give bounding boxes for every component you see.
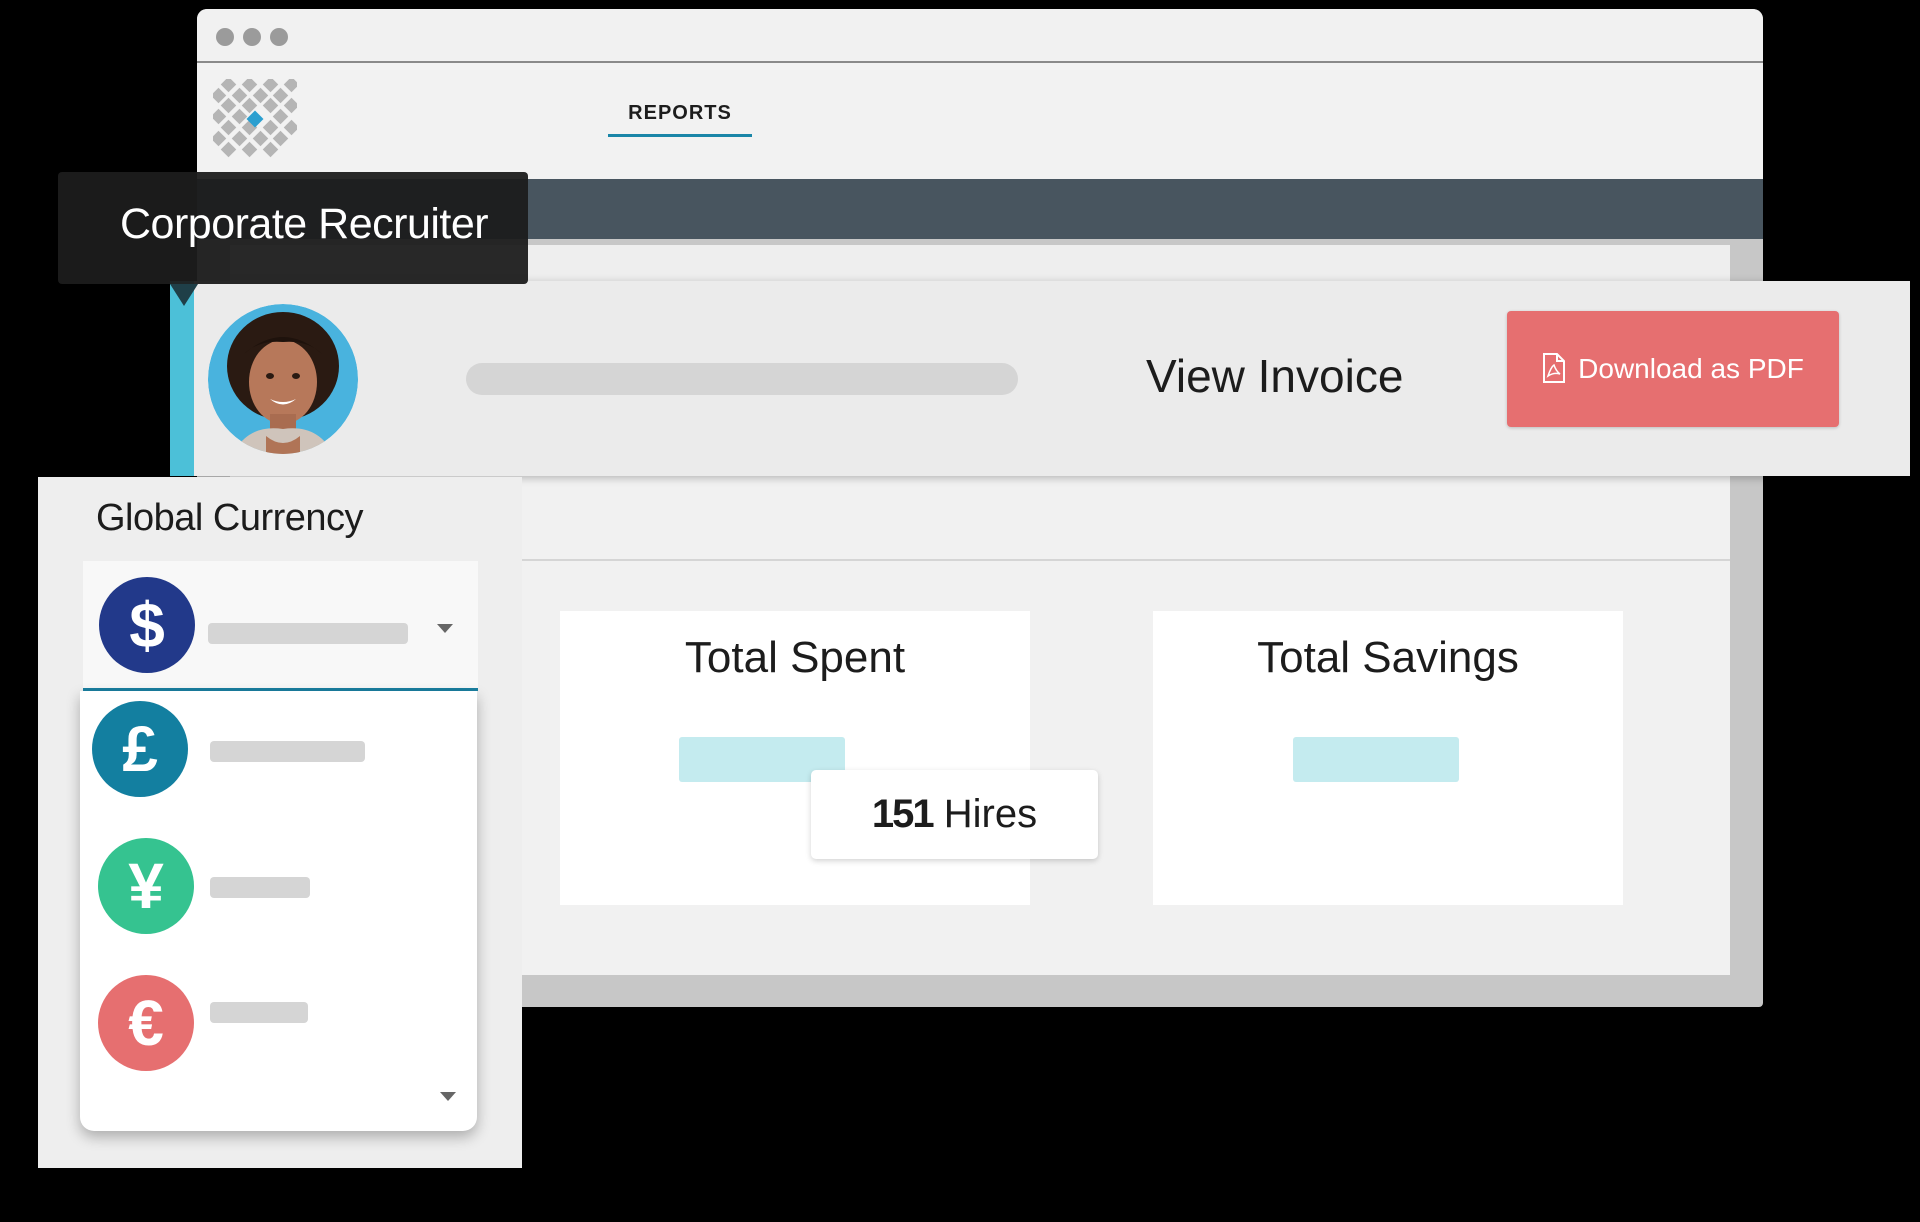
- window-titlebar: [197, 9, 1763, 63]
- currency-panel: Global Currency $ £ ¥ €: [38, 477, 522, 1168]
- window-maximize-dot[interactable]: [270, 28, 288, 46]
- scroll-down-icon[interactable]: [440, 1092, 456, 1101]
- currency-name-placeholder: [210, 877, 310, 898]
- avatar: [208, 304, 358, 454]
- currency-name-placeholder: [210, 741, 365, 762]
- currency-option-eur[interactable]: €: [80, 959, 477, 1089]
- total-spent-title: Total Spent: [684, 633, 906, 682]
- download-pdf-label: Download as PDF: [1578, 353, 1804, 384]
- tooltip-arrow: [170, 284, 198, 306]
- currency-panel-title: Global Currency: [96, 497, 364, 539]
- hires-label: Hires: [943, 792, 1038, 836]
- hires-badge: 151 Hires: [811, 770, 1098, 859]
- currency-name-placeholder: [210, 1002, 308, 1023]
- pdf-file-icon: [1543, 352, 1566, 383]
- currency-dropdown-list: £ ¥ €: [80, 691, 477, 1131]
- currency-select[interactable]: $: [83, 561, 478, 691]
- pound-icon: £: [92, 701, 188, 797]
- total-savings-card: Total Savings: [1153, 611, 1623, 905]
- window-close-dot[interactable]: [216, 28, 234, 46]
- name-placeholder: [466, 363, 1018, 395]
- yen-icon: ¥: [98, 838, 194, 934]
- window-minimize-dot[interactable]: [243, 28, 261, 46]
- invoice-row: View Invoice Download as PDF: [170, 281, 1910, 476]
- chevron-down-icon[interactable]: [437, 624, 453, 633]
- total-savings-value-placeholder: [1293, 737, 1459, 782]
- avatar-image: [208, 304, 358, 454]
- tab-reports[interactable]: REPORTS: [608, 97, 752, 137]
- app-header: REPORTS: [197, 63, 1763, 179]
- recruiter-tooltip: Corporate Recruiter: [58, 172, 528, 284]
- euro-icon: €: [98, 975, 194, 1071]
- currency-option-gbp[interactable]: £: [80, 691, 477, 821]
- currency-option-jpy[interactable]: ¥: [80, 821, 477, 951]
- app-logo: [213, 79, 297, 158]
- download-pdf-button[interactable]: Download as PDF: [1507, 311, 1839, 427]
- total-savings-title: Total Savings: [1257, 633, 1519, 682]
- view-invoice-link[interactable]: View Invoice: [1146, 349, 1403, 403]
- dollar-icon: $: [99, 577, 195, 673]
- hires-count: 151: [871, 792, 935, 836]
- selected-currency-placeholder: [208, 623, 408, 644]
- total-spent-card: Total Spent: [560, 611, 1030, 905]
